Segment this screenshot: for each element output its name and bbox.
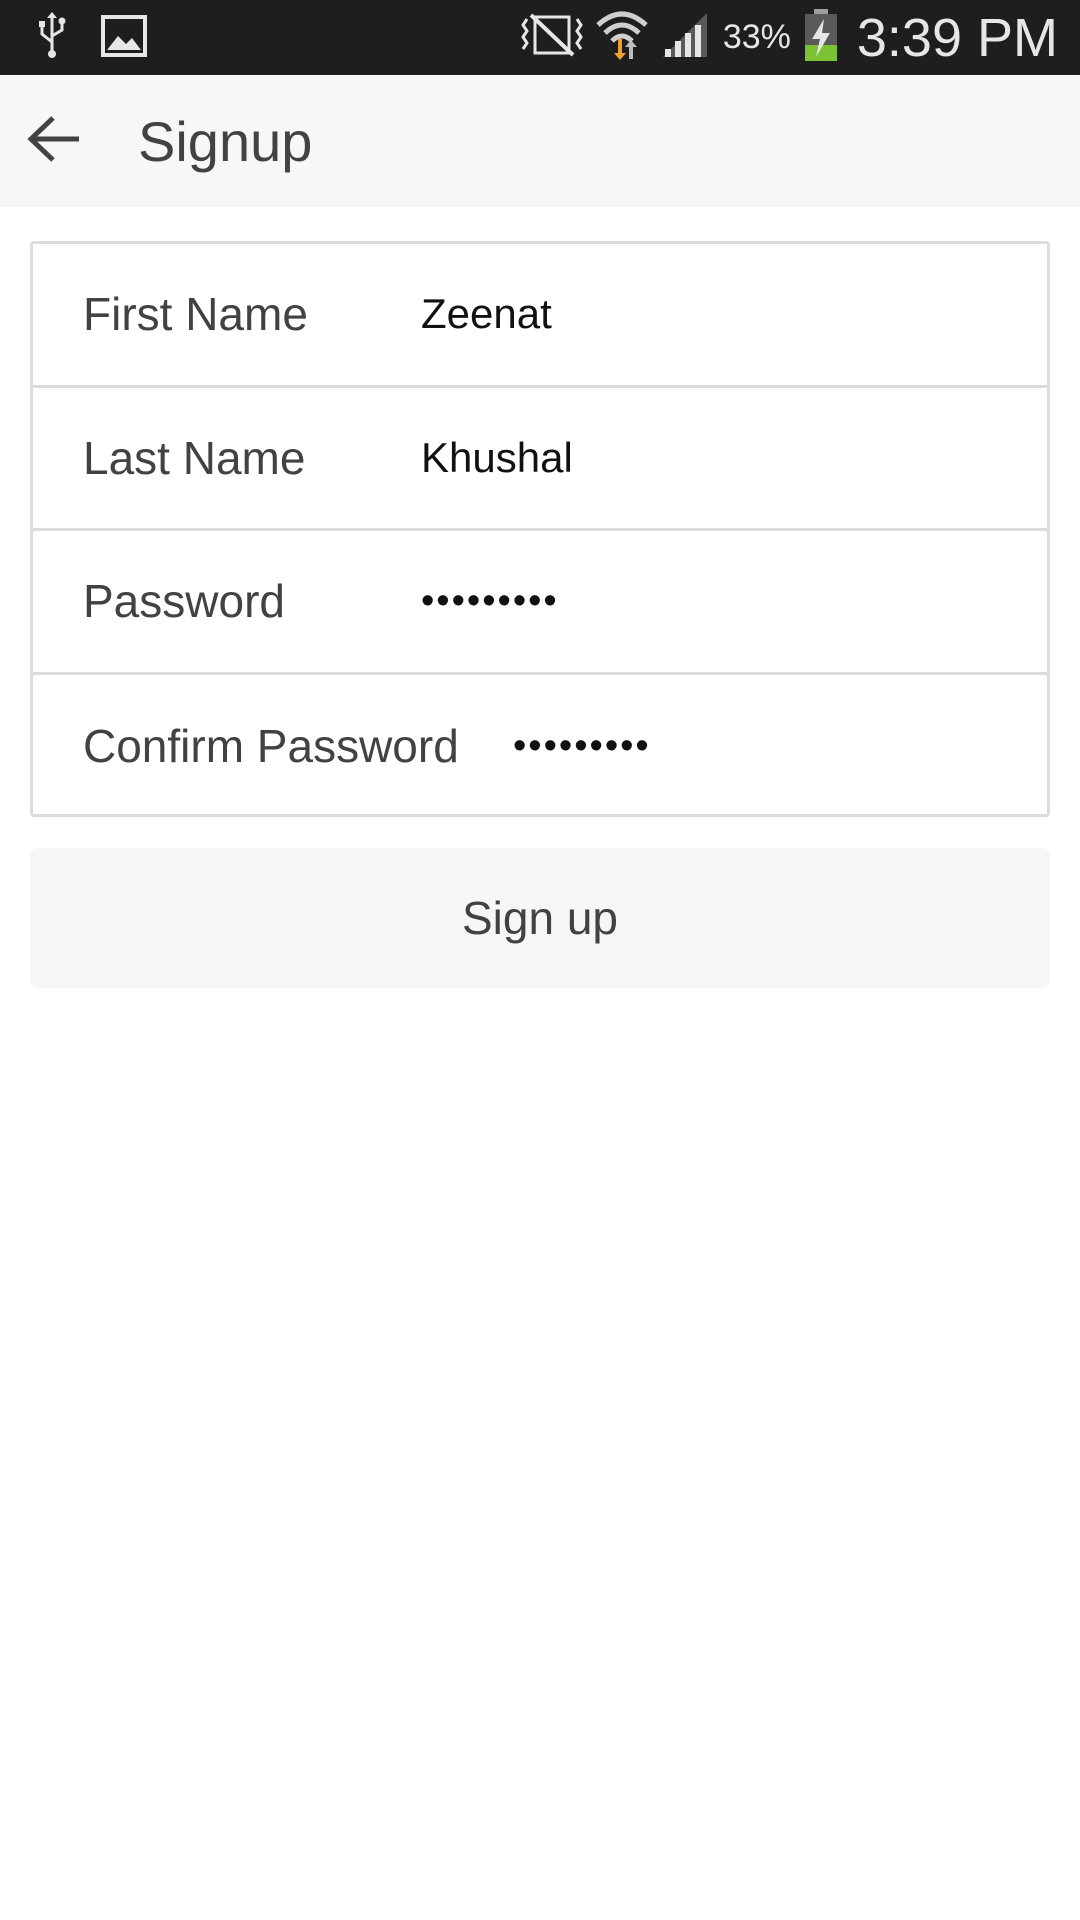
signup-form: First Name Last Name Password Confirm Pa… bbox=[30, 241, 1050, 817]
battery-charging-icon bbox=[803, 7, 839, 68]
first-name-row: First Name bbox=[33, 244, 1047, 388]
app-bar: Signup bbox=[0, 75, 1080, 207]
password-row: Password bbox=[33, 531, 1047, 675]
status-clock: 3:39 PM bbox=[856, 7, 1058, 68]
wifi-icon bbox=[595, 9, 649, 66]
nfc-muted-icon bbox=[521, 11, 583, 64]
password-label: Password bbox=[83, 575, 285, 628]
status-bar: 33% 3:39 PM bbox=[0, 0, 1080, 75]
confirm-password-input[interactable] bbox=[513, 706, 1027, 787]
password-input[interactable] bbox=[421, 561, 1027, 642]
image-icon bbox=[100, 14, 148, 63]
first-name-input[interactable] bbox=[421, 274, 1027, 355]
signal-icon bbox=[661, 11, 711, 64]
back-button[interactable] bbox=[18, 105, 90, 177]
last-name-row: Last Name bbox=[33, 388, 1047, 531]
confirm-password-row: Confirm Password bbox=[33, 675, 1047, 819]
battery-percent: 33% bbox=[722, 18, 791, 56]
status-right-icons: 33% 3:39 PM bbox=[521, 0, 1058, 75]
last-name-label: Last Name bbox=[83, 431, 306, 484]
usb-icon bbox=[34, 12, 70, 65]
arrow-left-icon bbox=[27, 114, 81, 169]
status-left-icons bbox=[34, 12, 148, 65]
first-name-label: First Name bbox=[83, 288, 308, 341]
last-name-input[interactable] bbox=[421, 417, 1027, 498]
confirm-password-label: Confirm Password bbox=[83, 720, 459, 773]
page-title: Signup bbox=[138, 109, 313, 173]
signup-button[interactable]: Sign up bbox=[30, 848, 1050, 988]
